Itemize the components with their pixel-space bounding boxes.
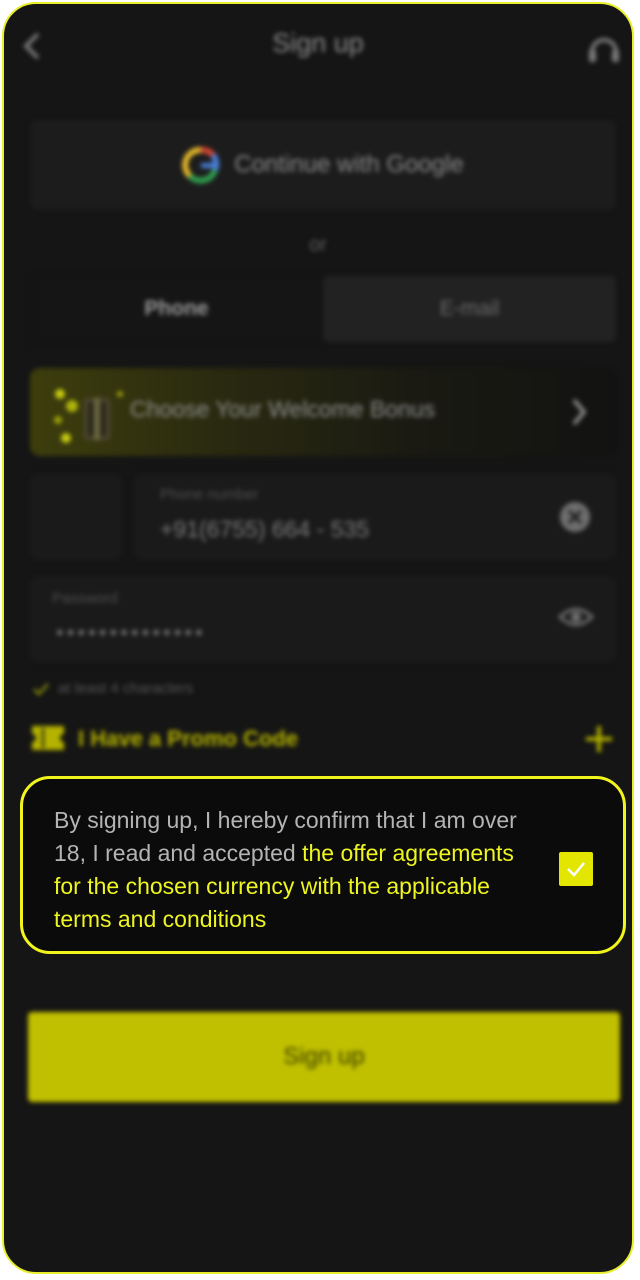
clear-icon[interactable] (558, 500, 592, 534)
password-hint-text: at least 4 characters (58, 680, 194, 697)
continue-with-google-button[interactable]: Continue with Google (30, 120, 616, 210)
google-icon (182, 147, 220, 184)
promo-code-label: I Have a Promo Code (78, 726, 299, 751)
tab-phone[interactable]: Phone (30, 276, 323, 342)
phone-number-field[interactable]: Phone number +91(6755) 664 - 535 (134, 474, 616, 560)
google-button-label: Continue with Google (234, 151, 464, 178)
terms-checkbox[interactable] (559, 852, 593, 886)
ticket-icon (32, 726, 64, 750)
page-title: Sign up (272, 28, 364, 58)
password-hint: at least 4 characters (32, 680, 193, 697)
tab-email[interactable]: E-mail (323, 276, 616, 342)
welcome-bonus-banner[interactable]: Choose Your Welcome Bonus (30, 368, 618, 456)
password-value: •••••••••••••• (56, 620, 206, 645)
support-icon[interactable] (584, 28, 624, 68)
chevron-right-icon (572, 398, 587, 426)
welcome-bonus-label: Choose Your Welcome Bonus (130, 396, 436, 422)
plus-icon[interactable] (584, 724, 614, 754)
or-divider: or (309, 234, 327, 256)
gift-icon (54, 389, 123, 443)
terms-consent-card: By signing up, I hereby confirm that I a… (20, 776, 626, 954)
phone-number-label: Phone number (160, 486, 259, 503)
country-code-selector[interactable] (30, 474, 122, 560)
password-field[interactable]: Password •••••••••••••• (30, 576, 616, 662)
header: Sign up (4, 4, 632, 88)
terms-consent-text: By signing up, I hereby confirm that I a… (54, 804, 544, 936)
blurred-form: Sign up Continue with Google or Phone E-… (4, 4, 632, 1272)
password-label: Password (52, 590, 118, 607)
signup-method-tabs: Phone E-mail (30, 276, 616, 342)
promo-code-toggle[interactable]: I Have a Promo Code (30, 716, 616, 764)
phone-frame: Sign up Continue with Google or Phone E-… (2, 2, 634, 1274)
sign-up-button-label: Sign up (283, 1043, 365, 1070)
check-icon (33, 682, 49, 696)
eye-icon[interactable] (558, 602, 594, 632)
checkbox-check-icon (567, 862, 585, 877)
phone-number-value: +91(6755) 664 - 535 (160, 516, 370, 542)
sign-up-button[interactable]: Sign up (28, 1012, 620, 1102)
